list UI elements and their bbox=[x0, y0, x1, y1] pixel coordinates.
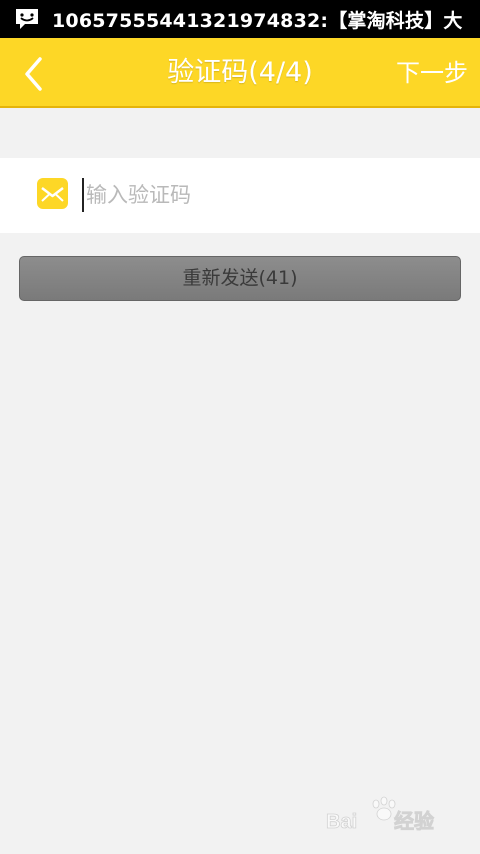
svg-text:Bai: Bai bbox=[326, 811, 357, 833]
status-bar: 10657555441321974832:【掌淘科技】大 bbox=[0, 0, 480, 38]
svg-text:经验: 经验 bbox=[394, 809, 434, 833]
verification-code-input[interactable] bbox=[82, 178, 446, 212]
next-step-button[interactable]: 下一步 bbox=[396, 38, 468, 108]
sms-message-icon bbox=[16, 9, 38, 29]
baidu-jingyan-watermark: Bai 经验 bbox=[326, 796, 434, 833]
app-bar: 验证码(4/4) 下一步 bbox=[0, 38, 480, 108]
verification-code-row bbox=[0, 158, 480, 233]
notification-text: 10657555441321974832:【掌淘科技】大 bbox=[52, 9, 463, 32]
resend-code-button[interactable]: 重新发送(41) bbox=[19, 256, 461, 301]
envelope-icon bbox=[37, 178, 68, 209]
